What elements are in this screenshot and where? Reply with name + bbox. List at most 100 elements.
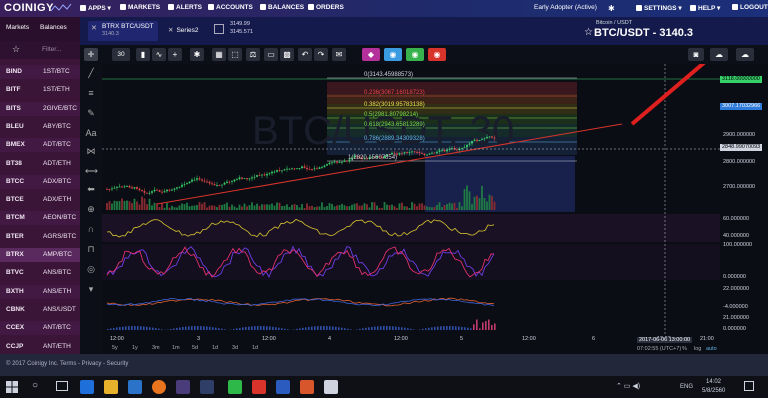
cloud-upload-icon[interactable]: ☁: [736, 48, 754, 61]
grid-icon[interactable]: ▩: [280, 48, 294, 61]
market-row[interactable]: BXTH ANS/ETH: [0, 284, 80, 299]
series-tab[interactable]: ✕ Series2: [168, 26, 199, 34]
measure-icon[interactable]: ⟷: [85, 166, 98, 178]
logo[interactable]: COINIGY: [4, 2, 54, 14]
redo-icon[interactable]: ↷: [314, 48, 328, 61]
market-row[interactable]: BTRX AMP/BTC: [0, 248, 80, 262]
cloud-download-icon[interactable]: ☁: [710, 48, 728, 61]
chart-canvas[interactable]: BTC/USDT, 30 0(3143.45988573)0.236(3067.…: [102, 54, 720, 354]
parallel-icon[interactable]: ≡: [85, 88, 97, 100]
indicators-icon[interactable]: ∿: [152, 48, 166, 61]
market-row[interactable]: CCJP ANT/ETH: [0, 340, 80, 354]
scale-icon[interactable]: ⚖: [246, 48, 260, 61]
store-icon[interactable]: [128, 380, 142, 394]
market-row[interactable]: CBNK ANS/USDT: [0, 303, 80, 317]
logout-button[interactable]: LOGOUT: [732, 4, 768, 11]
arrow-left-icon[interactable]: ⬅: [85, 184, 97, 196]
favorite-star-icon[interactable]: ☆: [584, 27, 593, 38]
apps-menu[interactable]: APPS ▾: [80, 4, 111, 12]
market-row[interactable]: BTCC ADX/BTC: [0, 174, 80, 189]
range-button[interactable]: 5d: [192, 345, 198, 351]
lock-icon[interactable]: ⊓: [85, 244, 97, 256]
visibility-icon[interactable]: ◎: [85, 264, 97, 276]
market-row[interactable]: BLEU ABY/BTC: [0, 120, 80, 134]
close-icon[interactable]: ✕: [91, 24, 97, 32]
save-layout-icon[interactable]: ▦: [212, 48, 226, 61]
market-row[interactable]: BMEX ADT/BTC: [0, 138, 80, 153]
settings-icon[interactable]: ✱: [190, 48, 204, 61]
edge-icon[interactable]: [80, 380, 94, 394]
chat-icon[interactable]: ✉: [332, 48, 346, 61]
market-row[interactable]: CCEX ANT/BTC: [0, 321, 80, 336]
gear-icon[interactable]: ✱: [608, 4, 615, 13]
zoom-icon[interactable]: ⊕: [85, 204, 97, 216]
market-row[interactable]: BTCM AEON/BTC: [0, 211, 80, 226]
alerts-menu[interactable]: ALERTS: [168, 4, 202, 11]
tab-balances[interactable]: Balances: [40, 24, 67, 31]
task-view-icon[interactable]: [56, 381, 68, 391]
language-indicator[interactable]: ENG: [680, 384, 693, 390]
trendline-icon[interactable]: ╱: [85, 68, 97, 80]
info-icon[interactable]: ◉: [384, 48, 402, 61]
magnet-icon[interactable]: ∩: [85, 224, 97, 236]
range-button[interactable]: 3d: [232, 345, 238, 351]
range-button[interactable]: 1m: [172, 345, 180, 351]
app3-icon[interactable]: [252, 380, 266, 394]
trash-icon[interactable]: ▾: [85, 284, 97, 296]
pattern-icon[interactable]: ⋈: [85, 146, 97, 158]
star-icon[interactable]: ☆: [12, 44, 20, 55]
market-row[interactable]: BITF 1ST/ETH: [0, 83, 80, 97]
market-row[interactable]: BITS 2GIVE/BTC: [0, 101, 80, 116]
cube-icon[interactable]: ◆: [362, 48, 380, 61]
search-icon[interactable]: ○: [32, 380, 38, 391]
range-button[interactable]: 1d: [212, 345, 218, 351]
tab-markets[interactable]: Markets: [6, 24, 29, 31]
compare-icon[interactable]: +: [168, 48, 182, 61]
firefox-icon[interactable]: [152, 380, 166, 394]
word-icon[interactable]: [276, 380, 290, 394]
accounts-menu[interactable]: ACCOUNTS: [208, 4, 253, 11]
filter-input[interactable]: Filter...: [42, 46, 62, 53]
close-icon[interactable]: ✕: [168, 27, 173, 34]
powerpoint-icon[interactable]: [300, 380, 314, 394]
app-icon[interactable]: [176, 380, 190, 394]
app2-icon[interactable]: [200, 380, 214, 394]
range-button[interactable]: 1y: [132, 345, 138, 351]
brush-icon[interactable]: ✎: [85, 108, 97, 120]
candles-icon[interactable]: ▮: [136, 48, 150, 61]
price-chart[interactable]: BTC/USDT, 30 0(3143.45988573) 0.236(3067.…: [102, 54, 720, 354]
explorer-icon[interactable]: [104, 380, 118, 394]
text-icon[interactable]: Aa: [85, 128, 97, 140]
crosshair-icon[interactable]: ✛: [84, 48, 98, 61]
scale-percent[interactable]: %: [682, 346, 687, 352]
windows-start-icon[interactable]: [6, 381, 18, 393]
market-row[interactable]: BIND 1ST/BTC: [0, 65, 80, 79]
template-icon[interactable]: ▭: [264, 48, 278, 61]
range-button[interactable]: 5y: [112, 345, 118, 351]
range-button[interactable]: 3m: [152, 345, 160, 351]
help-menu[interactable]: HELP ▾: [690, 4, 720, 12]
undo-icon[interactable]: ↶: [298, 48, 312, 61]
line-icon[interactable]: [228, 380, 242, 394]
market-row[interactable]: BTCE ADX/ETH: [0, 193, 80, 207]
market-row[interactable]: BTER AGRS/BTC: [0, 230, 80, 244]
balances-menu[interactable]: BALANCES: [260, 4, 304, 11]
app4-icon[interactable]: [324, 380, 338, 394]
settings-menu[interactable]: SETTINGS ▾: [636, 4, 682, 12]
market-row[interactable]: BT38 ADT/ETH: [0, 157, 80, 171]
chart-type-icon[interactable]: [214, 24, 224, 34]
camera-icon[interactable]: ◙: [688, 48, 704, 61]
range-button[interactable]: 1d: [252, 345, 258, 351]
market-row[interactable]: BTVC ANS/BTC: [0, 266, 80, 280]
add-icon[interactable]: ◉: [406, 48, 424, 61]
market-tab[interactable]: BTRX BTC/USDT 3140.3 ✕: [88, 21, 158, 41]
alert-icon[interactable]: ◉: [428, 48, 446, 61]
markets-menu[interactable]: MARKETS: [120, 4, 160, 11]
scale-auto[interactable]: auto: [706, 346, 717, 352]
notifications-icon[interactable]: [744, 381, 754, 391]
scale-log[interactable]: log: [694, 346, 701, 352]
orders-menu[interactable]: ORDERS: [308, 4, 344, 11]
interval-select[interactable]: 30: [112, 48, 130, 61]
tray-icons[interactable]: ⌃ ▭ ◀): [616, 382, 640, 390]
fullscreen-icon[interactable]: ⬚: [228, 48, 242, 61]
